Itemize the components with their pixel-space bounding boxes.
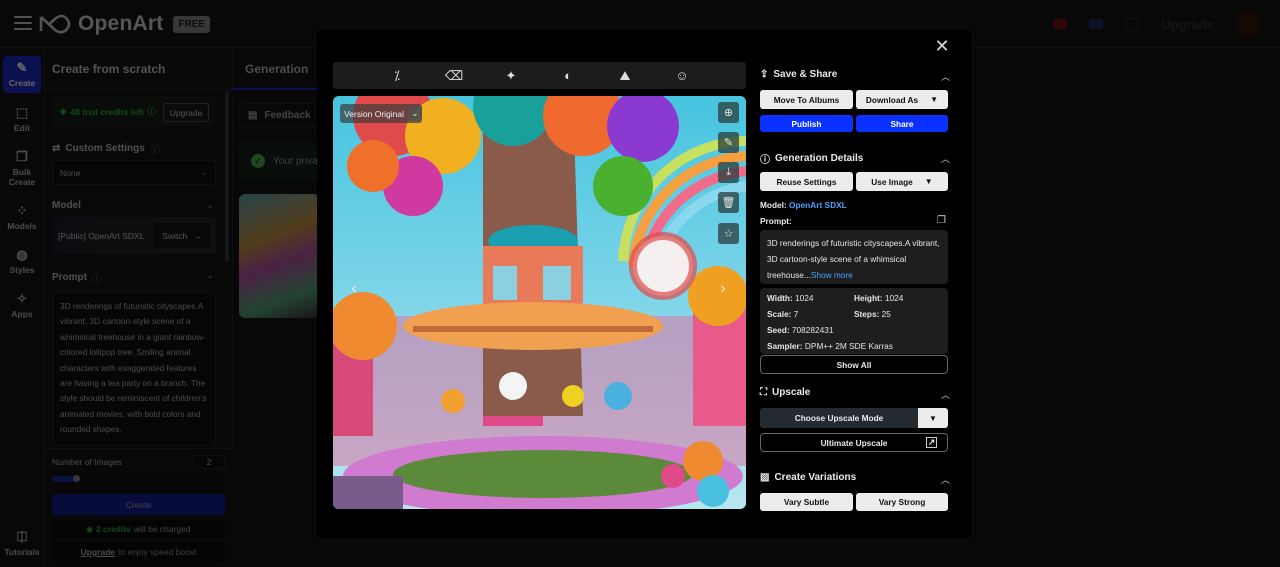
openart-app: OpenArt FREE Upgrade ✎ Create ⬚ Edit ❐ B… <box>0 0 1280 567</box>
param-label: Sampler: <box>767 341 803 351</box>
show-all-button[interactable]: Show All <box>760 355 948 374</box>
param-value: 7 <box>793 309 799 319</box>
param-value: 1024 <box>884 293 904 303</box>
generation-params: Width: 1024 Height: 1024 Scale: 7 Steps:… <box>760 288 948 354</box>
chevron-down-icon: ⌄ <box>408 106 423 121</box>
param-label: Steps: <box>854 309 880 319</box>
move-to-albums-button[interactable]: Move To Albums <box>760 90 853 109</box>
save-share-header[interactable]: ⇪ Save & Share <box>760 69 837 80</box>
model-meta-label: Model: <box>760 200 787 210</box>
param-width: Width: 1024 <box>767 293 814 303</box>
expand-icon: ⛶ <box>760 387 767 398</box>
prompt-meta-label: Prompt: <box>760 216 792 226</box>
caret-down-icon: ▼ <box>930 95 939 104</box>
close-icon[interactable]: ✕ <box>934 37 950 55</box>
param-value: 708282431 <box>791 325 834 335</box>
chevron-up-icon[interactable]: ︿ <box>941 152 950 165</box>
use-image-label: Use Image <box>871 176 913 187</box>
prompt-preview-text: 3D renderings of futuristic cityscapes.A… <box>767 238 940 280</box>
param-scale: Scale: 7 <box>767 309 798 319</box>
download-icon[interactable]: ⤓ <box>718 162 739 183</box>
param-label: Height: <box>854 293 883 303</box>
treehouse-illustration <box>333 96 746 509</box>
model-meta: Model: OpenArt SDXL <box>760 200 847 210</box>
chevron-up-icon[interactable]: ︿ <box>941 388 950 401</box>
magic-wand-icon[interactable]: ⁒ <box>388 67 406 85</box>
image-detail-modal: ✕ ⁒ ⌫ ✦ ◐ ⛰ ☺ Version Original ⌄ ⊕ ✎ ⤓ 🗑… <box>317 30 971 538</box>
info-icon: ⓘ <box>760 155 770 166</box>
param-sampler: Sampler: DPM++ 2M SDE Karras <box>767 341 893 351</box>
caret-down-icon[interactable]: ▼ <box>918 408 948 428</box>
publish-button[interactable]: Publish <box>760 115 853 132</box>
upscale-header[interactable]: ⛶ Upscale <box>760 387 810 398</box>
next-arrow-icon[interactable]: › <box>708 274 738 304</box>
param-value: 25 <box>881 309 891 319</box>
model-meta-link[interactable]: OpenArt SDXL <box>789 200 847 210</box>
eraser-icon[interactable]: ⌫ <box>445 67 463 85</box>
chevron-up-icon[interactable]: ︿ <box>941 70 950 83</box>
variations-title: Create Variations <box>774 472 857 483</box>
upscale-title: Upscale <box>772 387 811 398</box>
param-seed: Seed: 708282431 <box>767 325 833 335</box>
vary-strong-button[interactable]: Vary Strong <box>856 493 948 511</box>
star-icon[interactable]: ☆ <box>718 223 739 244</box>
zoom-in-icon[interactable]: ⊕ <box>718 102 739 123</box>
image-edit-icon[interactable]: ⛰ <box>616 67 634 85</box>
param-value: DPM++ 2M SDE Karras <box>804 341 893 351</box>
download-as-button[interactable]: Download As ▼ <box>856 90 948 109</box>
save-share-title: Save & Share <box>773 69 838 80</box>
prev-arrow-icon[interactable]: ‹ <box>339 274 369 304</box>
param-label: Scale: <box>767 309 792 319</box>
show-more-link[interactable]: Show more <box>811 270 853 280</box>
share-button[interactable]: Share <box>856 115 948 132</box>
trash-icon[interactable]: 🗑 <box>718 192 739 213</box>
variations-icon: ▨ <box>760 472 770 483</box>
palette-icon[interactable]: ◐ <box>559 67 577 85</box>
download-as-label: Download As <box>865 94 919 105</box>
version-label: Version Original <box>344 108 405 119</box>
generated-image[interactable]: Version Original ⌄ ⊕ ✎ ⤓ 🗑 ☆ ‹ › <box>333 96 746 509</box>
share-icon: ⇪ <box>760 69 769 80</box>
reuse-settings-button[interactable]: Reuse Settings <box>760 172 853 191</box>
version-select[interactable]: Version Original ⌄ <box>340 104 423 123</box>
generation-details-header[interactable]: ⓘ Generation Details <box>760 151 863 166</box>
chevron-up-icon[interactable]: ︿ <box>941 473 950 486</box>
pencil-icon[interactable]: ✎ <box>718 132 739 153</box>
param-label: Seed: <box>767 325 790 335</box>
external-link-icon: ↗ <box>926 437 937 448</box>
param-steps: Steps: 25 <box>854 309 891 319</box>
caret-down-icon: ▼ <box>924 177 933 186</box>
param-label: Width: <box>767 293 793 303</box>
param-value: 1024 <box>795 293 814 303</box>
copy-icon[interactable]: ❐ <box>937 215 946 226</box>
param-height: Height: 1024 <box>854 293 903 303</box>
face-icon[interactable]: ☺ <box>673 67 691 85</box>
ultimate-upscale-label: Ultimate Upscale <box>820 437 888 448</box>
ultimate-upscale-button[interactable]: Ultimate Upscale ↗ <box>760 433 948 452</box>
image-toolbar: ⁒ ⌫ ✦ ◐ ⛰ ☺ <box>333 62 746 89</box>
sparkle-expand-icon[interactable]: ✦ <box>502 67 520 85</box>
generation-details-title: Generation Details <box>775 153 864 164</box>
upscale-mode-select[interactable]: Choose Upscale Mode ▼ <box>760 408 948 428</box>
vary-subtle-button[interactable]: Vary Subtle <box>760 493 853 511</box>
use-image-button[interactable]: Use Image ▼ <box>856 172 948 191</box>
upscale-mode-label: Choose Upscale Mode <box>794 413 884 423</box>
variations-header[interactable]: ▨ Create Variations <box>760 472 856 483</box>
prompt-preview: 3D renderings of futuristic cityscapes.A… <box>760 230 948 284</box>
